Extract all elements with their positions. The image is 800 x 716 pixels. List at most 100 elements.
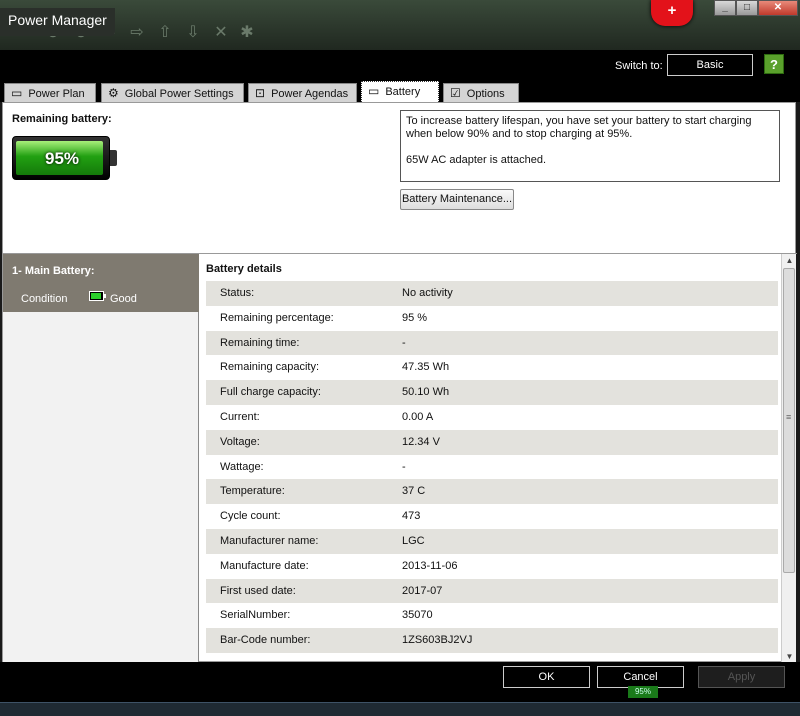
tab-global-power-settings[interactable]: ⚙ Global Power Settings	[101, 83, 244, 102]
details-scrollbar[interactable]: ▲ ≡ ▼	[781, 254, 796, 664]
detail-key: Temperature:	[220, 485, 285, 498]
tab-label: Power Plan	[28, 88, 85, 100]
detail-key: Bar-Code number:	[220, 634, 311, 647]
charge-threshold-note: To increase battery lifespan, you have s…	[406, 115, 752, 140]
detail-value: LGC	[402, 534, 425, 547]
table-row: Current: 0.00 A	[206, 405, 778, 430]
taskbar	[0, 702, 800, 716]
close-button[interactable]: ✕	[758, 0, 798, 16]
detail-key: SerialNumber:	[220, 609, 291, 622]
battery-maintenance-button[interactable]: Battery Maintenance...	[400, 189, 514, 210]
scroll-grip-icon: ≡	[786, 412, 792, 422]
help-icon[interactable]: ?	[764, 54, 784, 74]
table-row: First used date: 2017-07	[206, 578, 778, 604]
table-row: Manufacturer name: LGC	[206, 528, 778, 554]
header-bar: Switch to: Basic ?	[0, 50, 800, 80]
tab-options[interactable]: ☑ Options	[443, 83, 519, 102]
ok-button[interactable]: OK	[503, 666, 590, 688]
scroll-up-arrow-icon[interactable]: ▲	[782, 254, 797, 268]
table-row: Temperature: 37 C	[206, 479, 778, 505]
tab-strip: ▭ Power Plan ⚙ Global Power Settings ⊡ Powe…	[0, 80, 800, 102]
detail-key: First used date:	[220, 584, 296, 597]
scroll-thumb[interactable]: ≡	[783, 268, 795, 573]
detail-key: Remaining time:	[220, 336, 300, 349]
battery-icon: ▭	[368, 84, 380, 98]
power-manager-window: Power Manager + _ □ ✕ Switch to: Basic ?…	[0, 0, 800, 716]
table-row: Full charge capacity: 50.10 Wh	[206, 380, 778, 405]
tab-battery[interactable]: ▭ Battery	[361, 81, 439, 102]
table-row: Manufacture date: 2013-11-06	[206, 554, 778, 579]
detail-value: 50.10 Wh	[402, 386, 450, 399]
battery-details-table: Status: No activity Remaining percentage: 9…	[206, 281, 778, 653]
cancel-button[interactable]: Cancel	[597, 666, 684, 688]
detail-key: Wattage:	[220, 460, 264, 473]
detail-key: Manufacture date:	[220, 559, 309, 572]
tab-label: Battery	[385, 86, 421, 98]
table-row: Cycle count: 473	[206, 504, 778, 529]
battery-list: 1- Main Battery: Condition Good	[3, 254, 199, 664]
battery-details-area: 1- Main Battery: Condition Good Battery …	[3, 253, 797, 664]
tab-label: Power Agendas	[271, 88, 349, 100]
table-row: Bar-Code number: 1ZS603BJ2VJ	[206, 628, 778, 653]
maximize-button[interactable]: □	[736, 0, 758, 16]
detail-key: Full charge capacity:	[220, 386, 321, 399]
clock-icon: ⊡	[255, 86, 266, 100]
gear-icon: ⚙	[108, 86, 119, 100]
table-row: Status: No activity	[206, 281, 778, 306]
battery-list-item-main[interactable]: 1- Main Battery: Condition Good	[3, 254, 199, 312]
table-row: Remaining capacity: 47.35 Wh	[206, 355, 778, 380]
detail-value: 12.34 V	[402, 435, 440, 448]
detail-key: Status:	[220, 287, 255, 299]
detail-value: 2017-07	[402, 584, 443, 597]
detail-value: 47.35 Wh	[402, 361, 450, 374]
tray-battery-indicator[interactable]: 95%	[628, 686, 658, 698]
detail-value: -	[402, 336, 406, 349]
battery-name: 1- Main Battery:	[12, 265, 95, 277]
adapter-status: 65W AC adapter is attached.	[406, 154, 547, 166]
detail-key: Voltage:	[220, 435, 260, 448]
battery-info-box: To increase battery lifespan, you have s…	[400, 110, 780, 182]
table-row: Voltage: 12.34 V	[206, 429, 778, 455]
table-row: Remaining time: -	[206, 330, 778, 356]
detail-value: 95 %	[402, 311, 428, 324]
detail-value: 35070	[402, 609, 433, 622]
detail-value: 473	[402, 510, 421, 523]
detail-key: Remaining percentage:	[220, 311, 334, 324]
detail-value: 2013-11-06	[402, 559, 458, 572]
battery-percent-text: 95%	[44, 149, 80, 168]
tab-power-agendas[interactable]: ⊡ Power Agendas	[248, 83, 357, 102]
battery-details: Battery details Status: No activity Remain…	[200, 254, 784, 664]
condition-label: Condition	[21, 293, 68, 305]
battery-terminal	[110, 150, 117, 166]
apply-button[interactable]: Apply	[698, 666, 785, 688]
detail-value: 37 C	[402, 485, 426, 498]
detail-value: 0.00 A	[402, 410, 434, 423]
table-row: Wattage: -	[206, 455, 778, 480]
window-title: Power Manager	[0, 8, 115, 36]
condition-value: Good	[110, 293, 137, 305]
checkbox-icon: ☑	[450, 86, 461, 100]
battery-details-title: Battery details	[206, 263, 282, 275]
tab-label: Options	[466, 88, 505, 100]
detail-key: Manufacturer name:	[220, 534, 319, 547]
detail-value: -	[402, 460, 406, 473]
detail-key: Current:	[220, 410, 260, 423]
app-logo-icon: +	[651, 0, 693, 26]
table-row: Remaining percentage: 95 %	[206, 306, 778, 331]
tab-label: Global Power Settings	[124, 88, 234, 100]
switch-to-label: Switch to:	[615, 60, 663, 72]
title-bar[interactable]: Power Manager + _ □ ✕	[0, 0, 800, 50]
detail-key: Remaining capacity:	[220, 361, 320, 374]
detail-value: 1ZS603BJ2VJ	[402, 634, 473, 647]
battery-panel: Remaining battery: 95% To increase batte…	[2, 102, 797, 664]
battery-condition-icon	[89, 291, 104, 301]
battery-condition-icon-terminal	[104, 294, 106, 298]
remaining-battery-label: Remaining battery:	[12, 113, 112, 125]
switch-basic-button[interactable]: Basic	[667, 54, 753, 76]
document-icon: ▭	[11, 86, 23, 100]
battery-level-graphic: 95%	[12, 136, 110, 180]
minimize-button[interactable]: _	[714, 0, 736, 16]
detail-value: No activity	[402, 287, 453, 299]
tab-power-plan[interactable]: ▭ Power Plan	[4, 83, 96, 102]
detail-key: Cycle count:	[220, 510, 281, 523]
